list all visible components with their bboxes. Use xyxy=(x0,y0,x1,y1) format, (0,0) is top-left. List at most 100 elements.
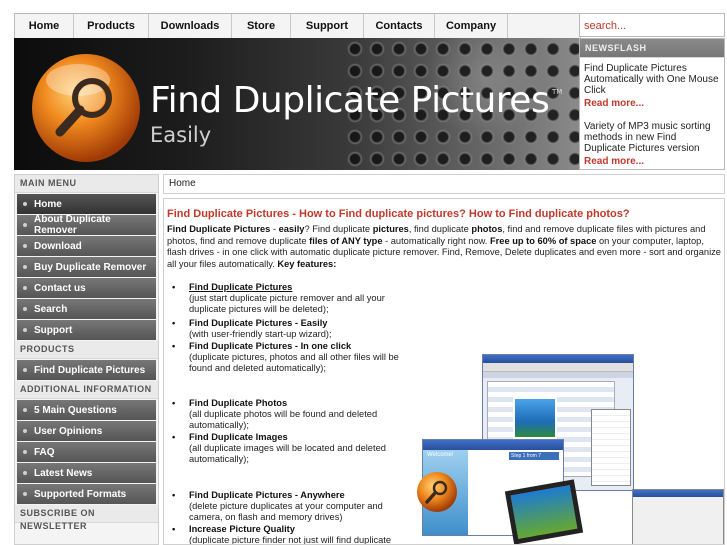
sidebar-item-label: User Opinions xyxy=(34,425,103,437)
magnifier-orb-icon xyxy=(417,472,457,512)
banner-subtitle: Easily xyxy=(150,123,212,147)
main-menu-heading: MAIN MENU xyxy=(15,175,158,193)
bullet-icon xyxy=(23,286,27,290)
bullet-icon xyxy=(23,492,27,496)
feature-title: Find Duplicate Pictures - Easily xyxy=(189,318,328,328)
sidebar-item-buy[interactable]: Buy Duplicate Remover xyxy=(17,257,156,277)
sidebar-item-label: Supported Formats xyxy=(34,488,127,500)
sidebar-item-user-opinions[interactable]: User Opinions xyxy=(17,421,156,441)
read-more-link[interactable]: Read more... xyxy=(584,156,720,167)
sidebar-item-label: Support xyxy=(34,324,73,336)
feature-title: Increase Picture Quality xyxy=(189,524,295,534)
sidebar-item-label: Latest News xyxy=(34,467,93,479)
feature-title: Find Duplicate Images xyxy=(189,432,288,442)
sidebar-item-label: 5 Main Questions xyxy=(34,404,117,416)
nav-products[interactable]: Products xyxy=(74,14,149,38)
sidebar-item-label: About Duplicate Remover xyxy=(33,214,111,236)
feature-list-item: • Find Duplicate Pictures - Anywhere (del… xyxy=(172,490,400,523)
bullet-icon xyxy=(23,429,27,433)
newsflash-panel: NEWSFLASH Find Duplicate Pictures Automa… xyxy=(579,38,725,170)
feature-list-item: • Find Duplicate Pictures (just start dup… xyxy=(172,282,412,315)
bullet-icon xyxy=(23,307,27,311)
breadcrumb-home[interactable]: Home xyxy=(169,178,196,189)
feature-description: (duplicate picture finder not just will … xyxy=(189,535,392,545)
feature-description: (all duplicate photos will be found and … xyxy=(189,409,378,430)
feature-description: (with user-friendly start-up wizard); xyxy=(189,329,332,339)
search-input[interactable] xyxy=(584,16,722,36)
main-content: Find Duplicate Pictures - How to Find du… xyxy=(163,198,725,545)
landscape-thumbnail xyxy=(513,397,557,439)
top-navigation: Home Products Downloads Store Support Co… xyxy=(14,13,581,39)
sidebar-item-find-duplicate-pictures[interactable]: Find Duplicate Pictures xyxy=(17,360,156,380)
read-more-link[interactable]: Read more... xyxy=(584,98,720,109)
search-box xyxy=(579,13,725,37)
film-strip-image xyxy=(504,479,584,544)
feature-list-item: • Find Duplicate Photos (all duplicate ph… xyxy=(172,398,392,431)
sidebar-item-home[interactable]: Home xyxy=(17,194,156,214)
bullet-icon xyxy=(23,408,27,412)
newsflash-heading: NEWSFLASH xyxy=(580,39,724,58)
bullet-icon xyxy=(23,471,27,475)
sidebar-item-main-questions[interactable]: 5 Main Questions xyxy=(17,400,156,420)
news-text: Find Duplicate Pictures Automatically wi… xyxy=(584,63,719,96)
header-banner: Find Duplicate Pictures TM Easily xyxy=(14,38,579,170)
wizard-step-label: Step 1 from 7 xyxy=(511,453,542,459)
products-heading: PRODUCTS xyxy=(15,341,158,359)
sidebar-item-supported-formats[interactable]: Supported Formats xyxy=(17,484,156,504)
feature-list-item: • Increase Picture Quality (duplicate pic… xyxy=(172,524,400,545)
bullet-icon xyxy=(23,202,27,206)
feature-link[interactable]: Find Duplicate Pictures xyxy=(189,282,292,293)
additional-info-heading: ADDITIONAL INFORMATION xyxy=(15,381,158,399)
bullet-icon xyxy=(23,450,27,454)
sidebar-item-faq[interactable]: FAQ xyxy=(17,442,156,462)
magnifier-logo-icon xyxy=(32,54,140,162)
nav-company[interactable]: Company xyxy=(435,14,508,38)
bullet-icon xyxy=(23,368,27,372)
wizard-welcome-label: Welcome! xyxy=(427,452,454,458)
page-title: Find Duplicate Pictures - How to Find du… xyxy=(167,208,630,220)
sidebar-item-label: Buy Duplicate Remover xyxy=(34,261,147,273)
feature-list-item: • Find Duplicate Pictures - Easily (with … xyxy=(172,318,412,340)
sidebar: MAIN MENU Home About Duplicate Remover D… xyxy=(14,174,159,545)
feature-description: (delete picture duplicates at your compu… xyxy=(189,501,383,522)
bullet-icon xyxy=(23,244,27,248)
sidebar-item-contact[interactable]: Contact us xyxy=(17,278,156,298)
nav-home[interactable]: Home xyxy=(15,14,74,38)
feature-title: Find Duplicate Pictures - In one click xyxy=(189,341,352,351)
sidebar-item-label: Home xyxy=(34,198,62,210)
feature-list-item: • Find Duplicate Images (all duplicate im… xyxy=(172,432,392,465)
feature-description: (all duplicate images will be located an… xyxy=(189,443,386,464)
feature-description: (just start duplicate picture remover an… xyxy=(189,293,385,314)
sidebar-item-support[interactable]: Support xyxy=(17,320,156,340)
nav-support[interactable]: Support xyxy=(291,14,364,38)
nav-contacts[interactable]: Contacts xyxy=(364,14,435,38)
sidebar-item-label: Download xyxy=(34,240,82,252)
sidebar-item-label: Search xyxy=(34,303,68,315)
banner-title: Find Duplicate Pictures xyxy=(150,80,550,121)
feature-list-item: • Find Duplicate Pictures - In one click … xyxy=(172,341,412,374)
intro-paragraph: Find Duplicate Pictures - easily? Find d… xyxy=(167,224,721,269)
sidebar-item-search[interactable]: Search xyxy=(17,299,156,319)
feature-description: (duplicate pictures, photos and all othe… xyxy=(189,352,399,373)
app-screenshot-dialog xyxy=(632,489,724,544)
breadcrumb: Home xyxy=(163,174,725,194)
bullet-icon xyxy=(23,223,27,227)
sidebar-item-label: FAQ xyxy=(34,446,55,458)
trademark-mark: TM xyxy=(552,88,563,96)
nav-downloads[interactable]: Downloads xyxy=(149,14,232,38)
context-menu-preview xyxy=(591,409,631,486)
bullet-icon xyxy=(23,328,27,332)
nav-store[interactable]: Store xyxy=(232,14,291,38)
sidebar-item-latest-news[interactable]: Latest News xyxy=(17,463,156,483)
sidebar-item-about[interactable]: About Duplicate Remover xyxy=(17,214,156,236)
news-item: Find Duplicate Pictures Automatically wi… xyxy=(580,58,724,109)
bullet-icon xyxy=(23,265,27,269)
newsletter-heading: SUBSCRIBE ON NEWSLETTER xyxy=(15,505,158,531)
news-item: Variety of MP3 music sorting methods in … xyxy=(580,109,724,167)
sidebar-item-label: Find Duplicate Pictures xyxy=(34,364,146,376)
feature-title: Find Duplicate Photos xyxy=(189,398,288,408)
sidebar-item-label: Contact us xyxy=(34,282,86,294)
news-text: Variety of MP3 music sorting methods in … xyxy=(584,121,711,154)
sidebar-item-download[interactable]: Download xyxy=(17,236,156,256)
feature-title: Find Duplicate Pictures - Anywhere xyxy=(189,490,345,500)
